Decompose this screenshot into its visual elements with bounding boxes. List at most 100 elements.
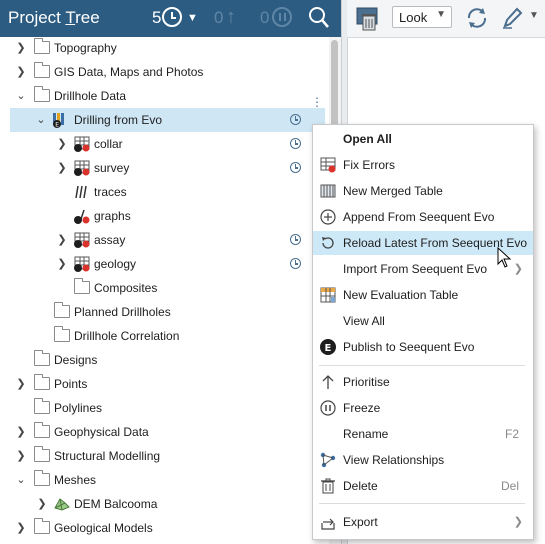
project-tree-title: Project Tree bbox=[8, 8, 100, 28]
chevron-right-icon: ❯ bbox=[513, 516, 523, 528]
look-dropdown[interactable]: Look ▼ bbox=[392, 6, 452, 28]
chevron-down-icon[interactable]: ▼ bbox=[529, 10, 539, 21]
tree-item-label: assay bbox=[94, 233, 126, 247]
title-text-pre: Project bbox=[8, 8, 66, 27]
folder-icon bbox=[54, 326, 70, 342]
tree-item-geophysical-data[interactable]: ❯ Geophysical Data bbox=[0, 420, 329, 444]
traces-icon bbox=[75, 185, 87, 199]
chevron-right-icon[interactable]: ❯ bbox=[14, 516, 28, 540]
tree-item-label: Drillhole Correlation bbox=[74, 329, 180, 343]
tree-item-topography[interactable]: ❯ Topography bbox=[0, 36, 329, 60]
chevron-right-icon[interactable]: ❯ bbox=[14, 36, 28, 60]
menu-item-prioritise[interactable]: Prioritise bbox=[313, 370, 533, 394]
chevron-down-icon[interactable]: ⌄ bbox=[14, 84, 28, 108]
chevron-down-icon[interactable]: ⌄ bbox=[34, 108, 48, 132]
chevron-right-icon[interactable]: ❯ bbox=[55, 252, 69, 276]
menu-item-label: New Merged Table bbox=[343, 184, 443, 198]
title-text-underlined: T bbox=[65, 8, 76, 27]
tree-item-label: Meshes bbox=[54, 473, 97, 487]
tree-item-traces[interactable]: traces bbox=[0, 180, 329, 204]
rotate-view-icon[interactable] bbox=[465, 6, 489, 30]
svg-text:E: E bbox=[55, 122, 59, 129]
svg-text:E: E bbox=[325, 343, 332, 354]
tree-item-label: Structural Modelling bbox=[54, 449, 161, 463]
tree-item-label: Geophysical Data bbox=[54, 425, 149, 439]
menu-item-label: Export bbox=[343, 515, 378, 529]
tree-item-planned-drillholes[interactable]: Planned Drillholes bbox=[0, 300, 329, 324]
folder-icon bbox=[34, 518, 50, 534]
chevron-right-icon[interactable]: ❯ bbox=[14, 372, 28, 396]
menu-item-view-relationships[interactable]: View Relationships bbox=[313, 448, 533, 472]
clock-icon[interactable] bbox=[290, 114, 301, 125]
tree-item-label: survey bbox=[94, 161, 130, 175]
clock-icon[interactable] bbox=[290, 258, 301, 269]
tree-item-designs[interactable]: Designs bbox=[0, 348, 329, 372]
menu-item-fix-errors[interactable]: Fix Errors bbox=[313, 153, 533, 177]
menu-item-new-evaluation-table[interactable]: New Evaluation Table bbox=[313, 283, 533, 307]
folder-icon bbox=[34, 470, 50, 486]
tree-item-points[interactable]: ❯ Points bbox=[0, 372, 329, 396]
tree-item-geological-models[interactable]: ❯ Geological Models bbox=[0, 516, 329, 540]
clock-icon[interactable] bbox=[162, 7, 182, 27]
trash-view-icon[interactable] bbox=[355, 6, 381, 32]
menu-item-open-all[interactable]: Open All bbox=[313, 127, 533, 151]
menu-item-label: Open All bbox=[343, 132, 392, 146]
menu-item-publish-to-evo[interactable]: E Publish to Seequent Evo bbox=[313, 335, 533, 359]
chevron-down-icon: ▼ bbox=[436, 9, 446, 20]
menu-item-label: Rename bbox=[343, 427, 389, 441]
tree-item-graphs[interactable]: graphs bbox=[0, 204, 329, 228]
tree-item-label: Points bbox=[54, 377, 88, 391]
tree-item-gis-data[interactable]: ❯ GIS Data, Maps and Photos bbox=[0, 60, 329, 84]
tree-item-collar[interactable]: ❯ collar bbox=[0, 132, 329, 156]
clock-icon[interactable] bbox=[290, 162, 301, 173]
pause-icon[interactable] bbox=[272, 7, 292, 27]
chevron-right-icon[interactable]: ❯ bbox=[55, 132, 69, 156]
menu-item-export[interactable]: Export ❯ bbox=[313, 510, 533, 534]
chevron-right-icon: ❯ bbox=[513, 263, 523, 275]
tree-item-label: graphs bbox=[94, 209, 131, 223]
reload-icon bbox=[322, 237, 334, 249]
tree-item-composites[interactable]: Composites bbox=[0, 276, 329, 300]
menu-item-view-all[interactable]: View All bbox=[313, 309, 533, 333]
clock-icon[interactable] bbox=[290, 234, 301, 245]
table-error-icon bbox=[74, 256, 90, 272]
clock-icon[interactable] bbox=[290, 138, 301, 149]
merged-table-icon bbox=[320, 184, 336, 198]
chevron-right-icon[interactable]: ❯ bbox=[14, 60, 28, 84]
tree-item-dem-balcooma[interactable]: ❯ DEM Balcooma bbox=[0, 492, 329, 516]
folder-icon bbox=[54, 302, 70, 318]
chevron-right-icon[interactable]: ❯ bbox=[55, 228, 69, 252]
tree-item-survey[interactable]: ❯ survey bbox=[0, 156, 329, 180]
draw-pen-icon[interactable] bbox=[500, 6, 524, 30]
tree-item-meshes[interactable]: ⌄ Meshes bbox=[0, 468, 329, 492]
menu-item-freeze[interactable]: Freeze bbox=[313, 396, 533, 420]
context-menu: Open All Fix Errors New Merged Table App… bbox=[312, 124, 534, 540]
folder-icon bbox=[34, 398, 50, 414]
tree-item-assay[interactable]: ❯ assay bbox=[0, 228, 329, 252]
evo-drillhole-icon: E bbox=[53, 113, 64, 129]
chevron-right-icon[interactable]: ❯ bbox=[14, 420, 28, 444]
seequent-evo-icon: E bbox=[320, 339, 336, 355]
tree-item-drilling-from-evo[interactable]: ⌄ E Drilling from Evo bbox=[10, 108, 325, 132]
chevron-down-icon[interactable]: ⌄ bbox=[14, 468, 28, 492]
menu-separator bbox=[319, 365, 525, 366]
tree-item-drillhole-data[interactable]: ⌄ Drillhole Data ⋮ bbox=[0, 84, 329, 109]
menu-item-append-from-evo[interactable]: Append From Seequent Evo bbox=[313, 205, 533, 229]
menu-item-delete[interactable]: Delete Del bbox=[313, 474, 533, 498]
menu-item-rename[interactable]: Rename F2 bbox=[313, 422, 533, 446]
tree-item-structural-modelling[interactable]: ❯ Structural Modelling bbox=[0, 444, 329, 468]
chevron-right-icon[interactable]: ❯ bbox=[14, 444, 28, 468]
search-icon[interactable] bbox=[308, 6, 330, 30]
folder-icon bbox=[34, 350, 50, 366]
menu-item-label: View Relationships bbox=[343, 453, 445, 467]
menu-item-new-merged-table[interactable]: New Merged Table bbox=[313, 179, 533, 203]
chevron-right-icon[interactable]: ❯ bbox=[55, 156, 69, 180]
tree-item-geology[interactable]: ❯ geology bbox=[0, 252, 329, 276]
tree-item-label: DEM Balcooma bbox=[74, 497, 158, 511]
chevron-right-icon[interactable]: ❯ bbox=[35, 492, 49, 516]
chevron-down-icon[interactable]: ▼ bbox=[187, 8, 198, 28]
up-arrow-icon[interactable]: ↑ bbox=[226, 5, 236, 29]
tree-item-polylines[interactable]: Polylines bbox=[0, 396, 329, 420]
tree-item-drillhole-correlation[interactable]: Drillhole Correlation bbox=[0, 324, 329, 348]
menu-item-label: Import From Seequent Evo bbox=[343, 262, 488, 276]
